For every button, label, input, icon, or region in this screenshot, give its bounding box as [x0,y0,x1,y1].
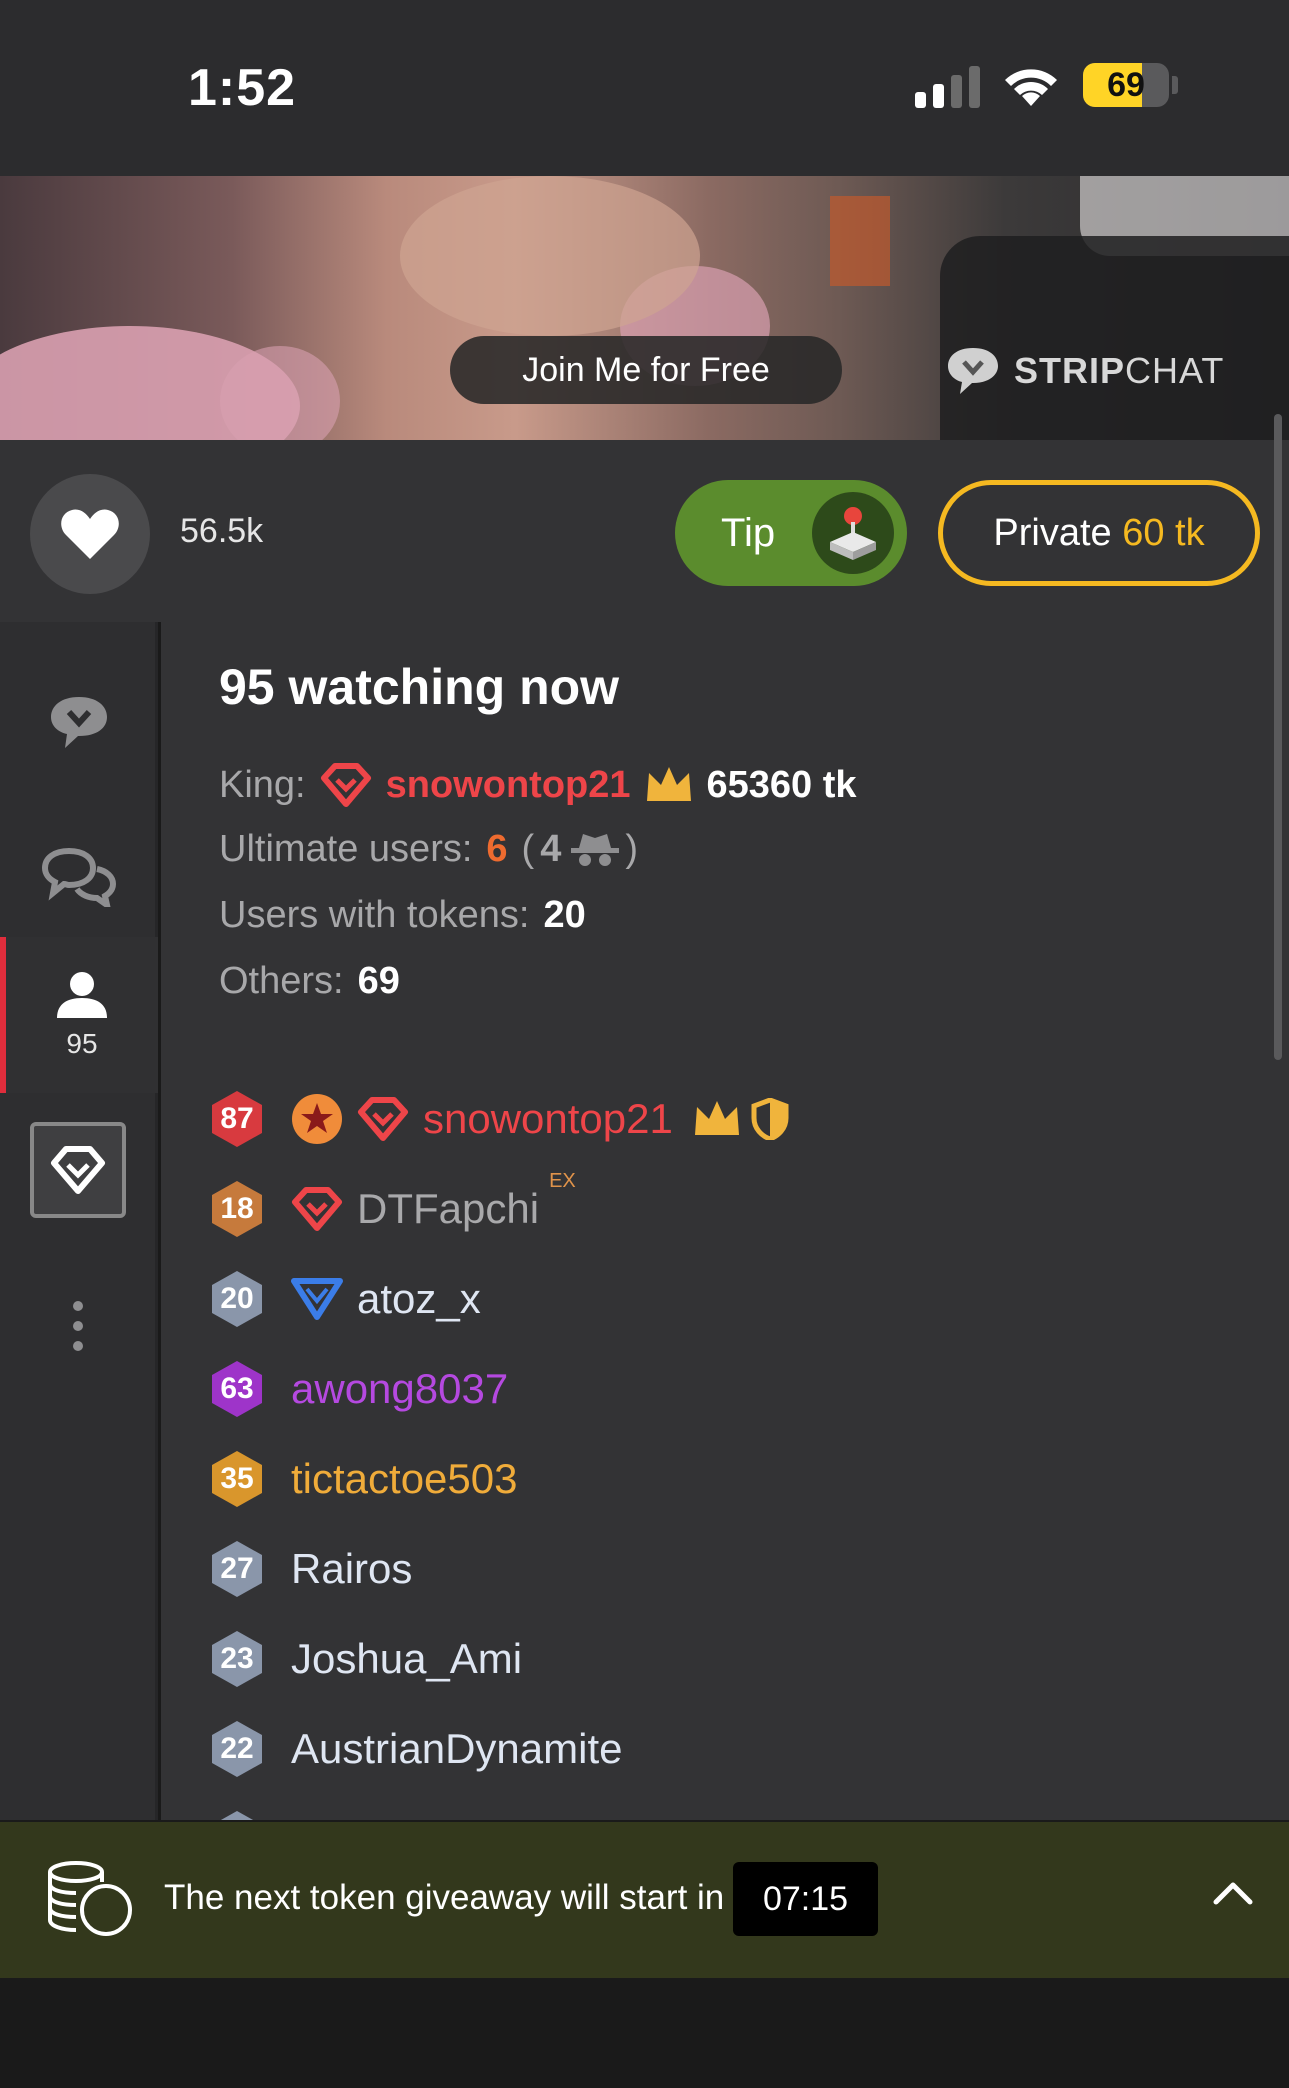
others-row: Others: 69 [219,960,400,1003]
level-badge: 18 [207,1179,267,1239]
ultimate-label: Ultimate users: [219,828,473,870]
status-bar: 1:52 69 [0,0,1289,176]
others-label: Others: [219,960,344,1002]
private-show-button[interactable]: Private 60 tk [938,480,1260,586]
user-row-0[interactable]: 87 snowontop21 [207,1084,789,1154]
king-username[interactable]: snowontop21 [386,764,631,807]
ultimate-count: 6 [486,828,508,870]
ruby-diamond-icon [358,1097,408,1141]
sidebar-item-public-chat[interactable] [0,662,158,782]
ruby-diamond-icon [320,763,371,807]
chat-bubbles-icon [41,847,117,907]
username[interactable]: Rairos [291,1545,412,1593]
user-row-5[interactable]: 27 Rairos [207,1534,412,1604]
user-row-7[interactable]: 22 AustrianDynamite [207,1714,622,1784]
users-with-tokens-row: Users with tokens: 20 [219,894,586,937]
king-row: King: snowontop21 65360 tk [219,762,857,808]
sidebar-item-ultimate[interactable] [30,1122,126,1218]
tokens-count: 20 [543,894,586,936]
giveaway-timer: 07:15 [733,1862,878,1936]
username[interactable]: atoz_x [357,1275,481,1323]
sidebar: 95 [0,622,158,1820]
tokens-label: Users with tokens: [219,894,530,936]
king-label: King: [219,763,306,806]
level-badge: 27 [207,1539,267,1599]
king-amount: 65360 tk [706,763,857,806]
crown-icon [646,767,691,801]
cellular-signal-icon [915,64,981,108]
action-bar: 56.5k Tip Private 60 tk [0,440,1289,622]
like-count: 56.5k [180,512,264,550]
stripchat-chat-icon [51,697,107,748]
tip-label: Tip [721,511,776,555]
video-preview[interactable]: Join Me for Free STRIPCHAT [0,176,1289,440]
battery-nub [1172,76,1178,94]
ex-tag: EX [549,1169,576,1192]
level-badge [207,1809,267,1820]
diamond-icon [51,1146,105,1194]
incognito-icon [571,833,620,866]
ruby-diamond-icon [292,1187,342,1231]
like-button[interactable] [30,474,150,594]
level-badge: 35 [207,1449,267,1509]
level-badge: 22 [207,1719,267,1779]
more-dots-icon[interactable] [71,1300,85,1352]
battery-indicator: 69 [1083,63,1169,107]
join-free-button[interactable]: Join Me for Free [450,336,842,404]
chevron-up-icon[interactable] [1212,1878,1254,1906]
username[interactable]: snowontop21 [423,1095,673,1143]
user-row-6[interactable]: 23 Joshua_Ami [207,1624,522,1694]
level-badge: 20 [207,1269,267,1329]
username[interactable]: Joshua_Ami [291,1635,522,1683]
scrollbar[interactable] [1274,414,1282,1060]
token-giveaway-banner[interactable]: The next token giveaway will start in 07… [0,1822,1289,1978]
user-row-3[interactable]: 63 awong8037 [207,1354,508,1424]
ultimate-users-row: Ultimate users: 6 ( 4 ) [219,828,638,870]
user-icon [57,972,107,1018]
clock: 1:52 [188,59,297,117]
heart-icon [61,509,119,559]
user-row-1[interactable]: 18 DTFapchi EX [207,1170,576,1244]
users-count: 95 [66,1028,98,1059]
username[interactable]: AustrianDynamite [291,1725,622,1773]
level-badge: 63 [207,1359,267,1419]
user-row-4[interactable]: 35 tictactoe503 [207,1444,518,1514]
ultimate-hidden-count: 4 [540,828,562,870]
user-row-2[interactable]: 20 atoz_x [207,1264,481,1334]
level-badge: 23 [207,1629,267,1689]
username[interactable]: tictactoe503 [291,1455,518,1503]
shield-icon [751,1098,789,1140]
star-badge-icon [292,1094,342,1144]
joystick-icon [812,492,894,574]
others-count: 69 [357,960,400,1002]
tip-button[interactable]: Tip [675,480,907,586]
crown-icon [694,1101,739,1135]
coins-icon [48,1861,132,1936]
battery-percent: 69 [1107,66,1145,104]
users-panel: 95 watching now King: snowontop21 65360 … [161,622,1289,1820]
blue-triangle-icon [291,1278,343,1320]
sidebar-item-users[interactable]: 95 [0,937,158,1093]
stripchat-logo: STRIPCHAT [944,344,1224,398]
username[interactable]: DTFapchi [357,1185,539,1233]
giveaway-text: The next token giveaway will start in [164,1878,725,1917]
user-row-partial [207,1804,267,1820]
wifi-icon [1005,69,1057,106]
username[interactable]: awong8037 [291,1365,508,1413]
home-indicator-area [0,1978,1289,2088]
sidebar-item-private-messages[interactable] [0,817,158,937]
watching-count-title: 95 watching now [219,659,620,715]
stripchat-logo-icon [948,348,998,394]
level-badge: 87 [207,1089,267,1149]
